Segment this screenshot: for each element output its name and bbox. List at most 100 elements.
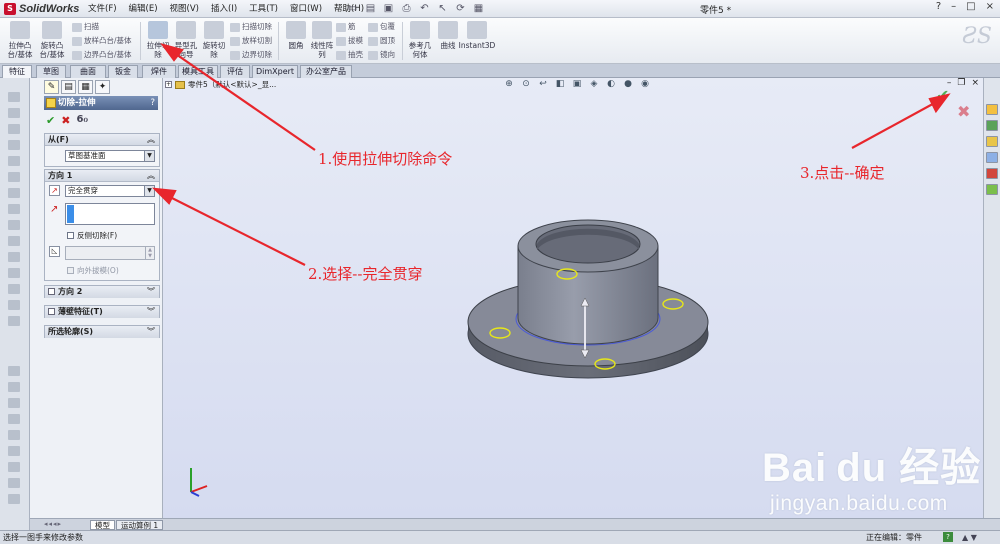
rib-button[interactable]: 筋 (336, 22, 356, 32)
tool-icon[interactable] (8, 462, 20, 472)
view-palette-icon[interactable] (986, 152, 998, 163)
boundary-cut-button[interactable]: 边界切除 (230, 50, 272, 60)
print-icon[interactable]: ⎙ (400, 2, 413, 15)
revolve-cut-button[interactable]: 旋转切 除 (198, 20, 230, 62)
help-icon[interactable]: ? (943, 532, 953, 542)
close-window-button[interactable]: × (986, 1, 994, 12)
configuration-tab-icon[interactable]: ▦ (78, 80, 93, 94)
menu-edit[interactable]: 编辑(E) (123, 3, 164, 15)
tool-icon[interactable] (8, 140, 20, 150)
property-manager-tab-icon[interactable]: ▤ (61, 80, 76, 94)
menu-insert[interactable]: 插入(I) (205, 3, 243, 15)
menu-file[interactable]: 文件(F) (82, 3, 123, 15)
tab-dimxpert[interactable]: DimXpert (252, 65, 298, 78)
menu-view[interactable]: 视图(V) (164, 3, 205, 15)
tool-icon[interactable] (8, 252, 20, 262)
sweep-button[interactable]: 扫描 (72, 22, 99, 32)
tool-icon[interactable] (8, 446, 20, 456)
design-library-icon[interactable] (986, 120, 998, 131)
draft-toggle-icon[interactable]: ◺ (49, 246, 60, 257)
select-arrow-icon[interactable]: ↖ (436, 2, 449, 15)
tool-icon[interactable] (8, 188, 20, 198)
loft-cut-button[interactable]: 放样切割 (230, 36, 272, 46)
solidworks-resources-icon[interactable] (986, 104, 998, 115)
checkbox-box[interactable] (48, 288, 55, 295)
tab-sheet-metal[interactable]: 钣金 (108, 65, 138, 78)
group-from-header[interactable]: 从(F) ︽ (45, 134, 159, 146)
glasses-icon[interactable]: 6ℴ (76, 114, 88, 127)
help-icon[interactable]: ? (150, 96, 155, 110)
tab-features[interactable]: 特征 (2, 65, 32, 78)
tool-icon[interactable] (8, 300, 20, 310)
help-icon[interactable]: ? (936, 1, 941, 12)
tab-office-products[interactable]: 办公室产品 (300, 65, 352, 78)
open-folder-icon[interactable]: ▤ (364, 2, 377, 15)
tool-icon[interactable] (8, 236, 20, 246)
chevron-up-icon[interactable]: ︽ (147, 170, 155, 182)
tool-icon[interactable] (8, 268, 20, 278)
wrap-button[interactable]: 包覆 (368, 22, 395, 32)
tool-icon[interactable] (8, 382, 20, 392)
new-document-icon[interactable]: ▭ (346, 2, 359, 15)
flip-side-checkbox[interactable]: 反侧切除(F) (67, 231, 117, 240)
chevron-down-icon[interactable]: ︾ (147, 286, 155, 298)
chevron-down-icon[interactable]: ︾ (147, 306, 155, 318)
tab-sketch[interactable]: 草图 (36, 65, 66, 78)
options-icon[interactable]: ▦ (472, 2, 485, 15)
tab-surfaces[interactable]: 曲面 (70, 65, 106, 78)
status-expand-icon[interactable]: ▲ ▼ (962, 531, 977, 544)
tab-weldments[interactable]: 焊件 (142, 65, 176, 78)
extrude-boss-button[interactable]: 拉伸凸 台/基体 (4, 20, 36, 62)
from-select[interactable]: 草图基准面 ▼ (65, 150, 155, 162)
group-direction1-header[interactable]: 方向 1 ︽ (45, 170, 159, 182)
checkbox-box[interactable] (48, 308, 55, 315)
tool-icon[interactable] (8, 430, 20, 440)
chevron-down-icon[interactable]: ▼ (144, 186, 154, 196)
chevron-down-icon[interactable]: ▼ (144, 151, 154, 161)
menu-window[interactable]: 窗口(W) (284, 3, 328, 15)
chevron-up-icon[interactable]: ︽ (147, 134, 155, 146)
file-explorer-icon[interactable] (986, 136, 998, 147)
reverse-direction-icon[interactable]: ↗ (49, 185, 60, 196)
tab-scroll-arrows-icon[interactable]: ◂◂◂▸ (44, 520, 62, 528)
tool-icon[interactable] (8, 108, 20, 118)
tool-icon[interactable] (8, 414, 20, 424)
dimxpert-tab-icon[interactable]: ✦ (95, 80, 110, 94)
tool-icon[interactable] (8, 220, 20, 230)
checkbox-box[interactable] (67, 267, 74, 274)
tool-icon[interactable] (8, 92, 20, 102)
minimize-button[interactable]: – (951, 1, 956, 12)
draft-outward-checkbox[interactable]: 向外拔模(O) (67, 266, 119, 275)
feature-tree-tab-icon[interactable]: ✎ (44, 80, 59, 94)
draft-button[interactable]: 拔模 (336, 36, 363, 46)
loft-boss-button[interactable]: 放样凸台/基体 (72, 36, 132, 46)
rebuild-icon[interactable]: ⟳ (454, 2, 467, 15)
menu-tools[interactable]: 工具(T) (243, 3, 284, 15)
shell-button[interactable]: 抽壳 (336, 50, 363, 60)
tab-model[interactable]: 模型 (90, 520, 115, 530)
dome-button[interactable]: 圆顶 (368, 36, 395, 46)
save-icon[interactable]: ▣ (382, 2, 395, 15)
app-logo[interactable]: S SolidWorks (4, 2, 79, 16)
appearances-icon[interactable] (986, 168, 998, 179)
boundary-boss-button[interactable]: 边界凸台/基体 (72, 50, 132, 60)
revolve-boss-button[interactable]: 旋转凸 台/基体 (36, 20, 68, 62)
mirror-button[interactable]: 镜向 (368, 50, 395, 60)
check-icon[interactable]: ✔ (46, 114, 55, 127)
spinner-icon[interactable]: ▲ ▼ (145, 247, 154, 259)
tool-icon[interactable] (8, 172, 20, 182)
tool-icon[interactable] (8, 284, 20, 294)
tool-icon[interactable] (8, 156, 20, 166)
sweep-cut-button[interactable]: 扫描切除 (230, 22, 272, 32)
end-condition-select[interactable]: 完全贯穿 ▼ (65, 185, 155, 197)
tab-motion-study[interactable]: 运动算例 1 (116, 520, 164, 530)
group-thin-feature-header[interactable]: 薄壁特征(T) ︾ (45, 306, 159, 318)
chevron-down-icon[interactable]: ︾ (147, 326, 155, 338)
tool-icon[interactable] (8, 494, 20, 504)
tool-icon[interactable] (8, 124, 20, 134)
maximize-button[interactable]: □ (966, 1, 975, 12)
custom-properties-icon[interactable] (986, 184, 998, 195)
tool-icon[interactable] (8, 398, 20, 408)
tool-icon[interactable] (8, 478, 20, 488)
tool-icon[interactable] (8, 204, 20, 214)
